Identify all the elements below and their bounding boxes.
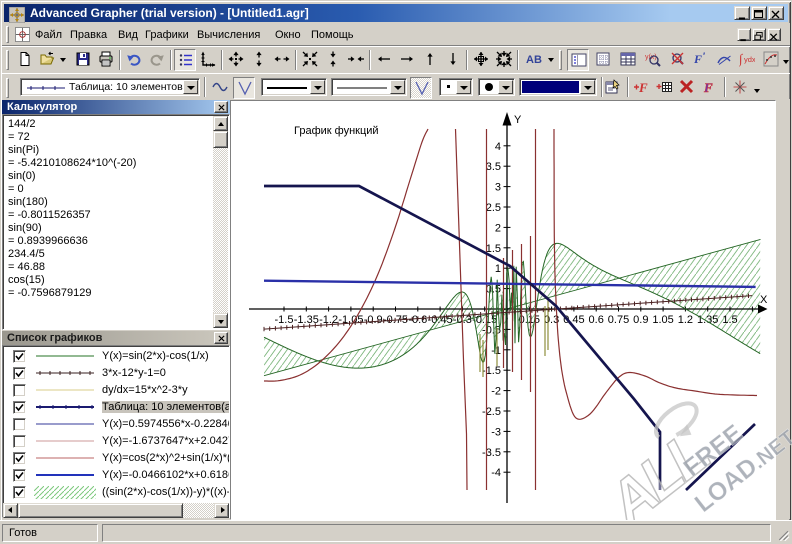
svg-text:-4: -4	[491, 467, 501, 479]
svg-text:ydx: ydx	[744, 55, 755, 64]
svg-text:3.5: 3.5	[486, 161, 501, 173]
svg-text:1.2: 1.2	[678, 314, 693, 326]
svg-text:1.05: 1.05	[652, 314, 673, 326]
svg-text:1.5: 1.5	[722, 314, 737, 326]
svg-text:AB: AB	[526, 54, 542, 66]
svg-text:1.35: 1.35	[697, 314, 718, 326]
svg-text:4: 4	[495, 141, 501, 153]
svg-text:0.75: 0.75	[608, 314, 629, 326]
svg-text:-1: -1	[491, 345, 501, 357]
svg-text:2: 2	[495, 222, 501, 234]
svg-text:-1.5: -1.5	[275, 314, 294, 326]
svg-text:0.5: 0.5	[486, 284, 501, 296]
svg-text:-0.5: -0.5	[482, 324, 501, 336]
svg-text:-3.5: -3.5	[482, 447, 501, 459]
svg-text:-2.5: -2.5	[482, 406, 501, 418]
svg-text:-1.5: -1.5	[482, 365, 501, 377]
svg-text:0.9: 0.9	[633, 314, 648, 326]
svg-text:F: F	[693, 52, 702, 66]
svg-text:0.6: 0.6	[589, 314, 604, 326]
svg-text:F: F	[638, 80, 648, 95]
svg-text:2.5: 2.5	[486, 202, 501, 214]
svg-text:График функций: График функций	[294, 125, 379, 137]
svg-text:Y: Y	[514, 114, 522, 126]
svg-text:-2: -2	[491, 386, 501, 398]
svg-text:1: 1	[495, 263, 501, 275]
svg-text:′: ′	[703, 51, 705, 61]
svg-text:-3: -3	[491, 426, 501, 438]
svg-text:X: X	[760, 294, 768, 306]
svg-text:3: 3	[495, 182, 501, 194]
svg-text:F: F	[703, 80, 713, 95]
